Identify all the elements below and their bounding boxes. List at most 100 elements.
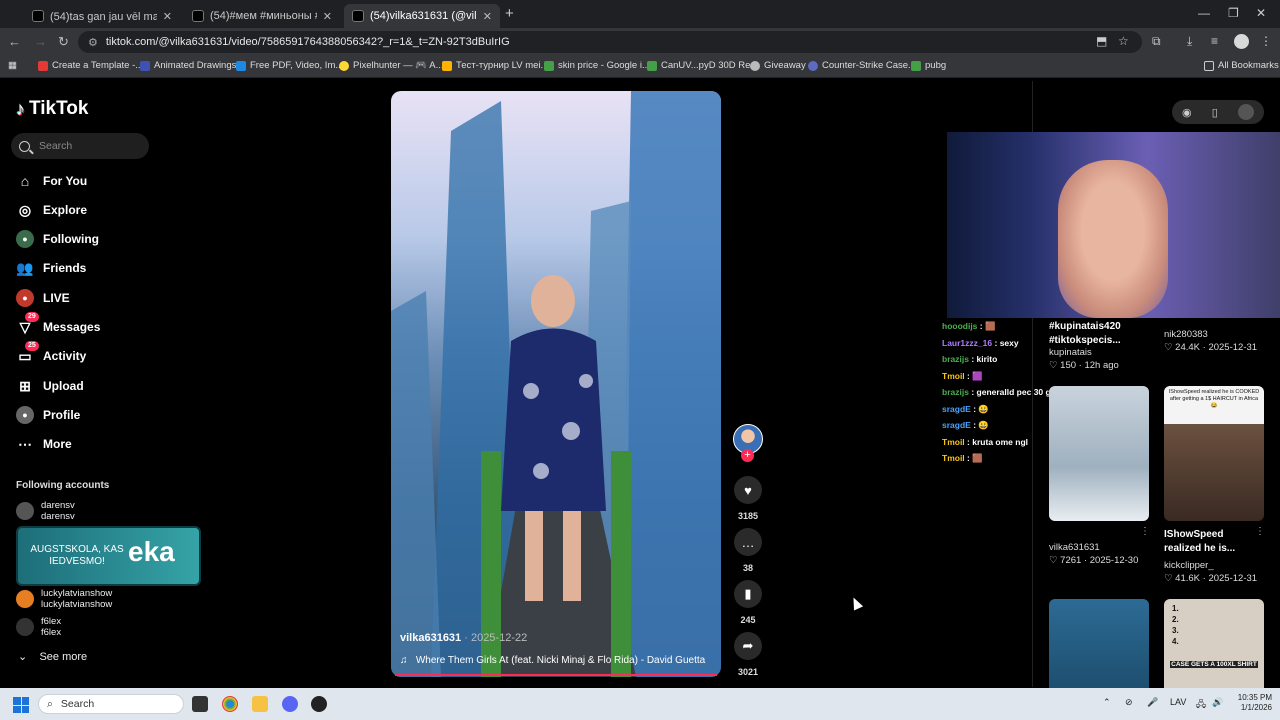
following-account[interactable]: luckylatvianshow luckylatvianshow: [16, 587, 112, 611]
windows-start-icon[interactable]: [13, 697, 29, 713]
bookmark-item[interactable]: Animated Drawings: [140, 60, 236, 71]
video-date: 12h ago: [1084, 360, 1119, 371]
more-options-icon[interactable]: ⋮: [1255, 526, 1265, 537]
related-video-thumbnail[interactable]: IShowSpeed realized he is COOKED after g…: [1164, 386, 1264, 521]
bookmark-label: Counter-Strike Case...: [822, 60, 916, 71]
taskbar-clock[interactable]: 10:35 PM 1/1/2026: [1228, 693, 1272, 713]
chat-user: brazijs: [942, 387, 969, 397]
bookmark-item[interactable]: CanUV...pyD 30D Re...: [647, 60, 758, 71]
following-account[interactable]: f6lex f6lex: [16, 615, 61, 639]
bookmark-item[interactable]: Counter-Strike Case...: [808, 60, 916, 71]
tiktok-logo[interactable]: ♪ TikTok: [16, 98, 88, 120]
see-more-button[interactable]: ⌄ See more: [18, 650, 87, 663]
all-bookmarks-button[interactable]: All Bookmarks: [1204, 60, 1279, 71]
extensions-icon[interactable]: ⧉: [1152, 34, 1161, 49]
related-video-thumbnail[interactable]: [1049, 386, 1149, 521]
bookmark-item[interactable]: skin price - Google i...: [544, 60, 650, 71]
chat-text: 🟪: [972, 371, 983, 381]
media-icon[interactable]: ≡: [1211, 34, 1218, 48]
browser-tab-3[interactable]: (54)vilka631631 (@vilka631 ✕: [344, 4, 500, 28]
search-input[interactable]: Search: [11, 133, 149, 159]
related-author[interactable]: kupinatais: [1049, 347, 1092, 358]
save-button[interactable]: ▮ 245: [734, 580, 762, 625]
related-video-thumbnail[interactable]: [1049, 599, 1149, 688]
user-avatar-icon[interactable]: [1237, 104, 1254, 120]
chat-message: sragdE : 😀: [942, 404, 989, 415]
nav-for-you[interactable]: ⌂ For You: [16, 171, 87, 191]
nav-explore[interactable]: ◎ Explore: [16, 200, 87, 220]
reload-icon[interactable]: ↻: [58, 34, 69, 50]
microphone-icon[interactable]: 🎤: [1147, 697, 1158, 708]
share-button[interactable]: ➦ 3021: [734, 632, 762, 677]
like-button[interactable]: ♥ 3185: [734, 476, 762, 521]
nav-activity[interactable]: ▭ 25 Activity: [16, 341, 86, 366]
taskbar-search-input[interactable]: ⌕ Search: [38, 694, 184, 714]
compass-icon[interactable]: ◉: [1182, 106, 1192, 119]
video-music[interactable]: ♫ Where Them Girls At (feat. Nicki Minaj…: [400, 655, 705, 666]
download-icon[interactable]: ⤓: [1187, 34, 1192, 49]
nav-messages[interactable]: ▽ 29 Messages: [16, 312, 100, 337]
follow-plus-icon[interactable]: +: [741, 449, 754, 462]
related-author[interactable]: nik280383: [1164, 329, 1208, 340]
forward-icon[interactable]: →: [34, 34, 47, 49]
menu-kebab-icon[interactable]: ⋮: [1260, 34, 1272, 48]
related-title[interactable]: IShowSpeed realized he is...: [1164, 528, 1256, 556]
profile-avatar-icon[interactable]: [1234, 34, 1249, 49]
chrome-icon[interactable]: [222, 696, 238, 712]
browser-tab-2[interactable]: (54)#мем #миньоны #миньон ✕: [184, 4, 340, 28]
video-author[interactable]: vilka631631 · 2025-12-22: [400, 632, 527, 644]
nav-more[interactable]: ⋯ More: [16, 434, 72, 454]
activity-icon: ▭ 25: [16, 341, 39, 365]
nav-live[interactable]: ● LIVE: [16, 288, 70, 308]
maximize-icon[interactable]: ❐: [1228, 6, 1239, 20]
close-window-icon[interactable]: ✕: [1256, 6, 1266, 20]
thumbnail-list: 1. 2. 3. 4.: [1172, 604, 1179, 646]
nav-profile[interactable]: ● Profile: [16, 405, 80, 425]
site-info-icon[interactable]: ⚙: [88, 36, 98, 49]
more-options-icon[interactable]: ⋮: [1140, 526, 1150, 537]
nav-following[interactable]: ● Following: [16, 229, 99, 249]
bookmark-label: Animated Drawings: [154, 60, 237, 71]
related-author[interactable]: kickclipper_: [1164, 560, 1214, 571]
close-tab-icon[interactable]: ✕: [323, 10, 332, 23]
bookmark-item[interactable]: Тест-турнир LV mei...: [442, 60, 548, 71]
related-title[interactable]: #kupinatais420 #tiktokspecis...: [1049, 320, 1149, 348]
task-view-icon[interactable]: [192, 696, 208, 712]
address-bar[interactable]: ⚙ tiktok.com/@vilka631631/video/75865917…: [78, 31, 1142, 53]
apps-grid-icon[interactable]: ▦: [8, 60, 17, 71]
bookmark-item[interactable]: Giveaway: [750, 60, 806, 71]
minimize-icon[interactable]: —: [1198, 6, 1210, 20]
bookmark-item[interactable]: Free PDF, Video, Im...: [236, 60, 343, 71]
device-icon[interactable]: ▯: [1212, 106, 1218, 119]
close-tab-icon[interactable]: ✕: [483, 10, 492, 23]
related-author[interactable]: vilka631631: [1049, 542, 1100, 553]
file-explorer-icon[interactable]: [252, 696, 268, 712]
install-app-icon[interactable]: ⬒: [1096, 34, 1107, 48]
video-username[interactable]: vilka631631: [400, 632, 461, 644]
bookmark-item[interactable]: Pixelhunter — 🎮 A...: [339, 60, 444, 71]
following-account[interactable]: darensv darensv: [16, 499, 75, 523]
related-stats: ♡ 24.4K · 2025-12-31: [1164, 342, 1258, 353]
tray-app-icon[interactable]: ⊘: [1125, 697, 1133, 708]
video-player[interactable]: [391, 91, 721, 677]
tray-chevron-up-icon[interactable]: ⌃: [1103, 697, 1111, 708]
bookmark-item[interactable]: Create a Template -...: [38, 60, 143, 71]
nav-upload[interactable]: ⊞ Upload: [16, 376, 84, 396]
related-video-thumbnail[interactable]: 1. 2. 3. 4. CASE GETS A 100XL SHIRT: [1164, 599, 1264, 688]
new-tab-icon[interactable]: +: [505, 5, 514, 22]
bookmark-item[interactable]: pubg: [911, 60, 946, 71]
comment-button[interactable]: … 38: [734, 528, 762, 573]
volume-icon[interactable]: 🔊: [1212, 697, 1223, 708]
app-icon[interactable]: [311, 696, 327, 712]
close-tab-icon[interactable]: ✕: [163, 10, 172, 23]
discord-icon[interactable]: [282, 696, 298, 712]
nav-friends[interactable]: 👥 Friends: [16, 258, 86, 278]
save-count: 245: [740, 615, 756, 625]
account-handle: luckylatvianshow: [41, 599, 113, 610]
video-progress-bar[interactable]: [395, 674, 717, 676]
bookmark-star-icon[interactable]: ☆: [1118, 34, 1129, 48]
keyboard-language[interactable]: LAV: [1170, 697, 1186, 707]
network-icon[interactable]: 🖧: [1196, 697, 1206, 713]
browser-tab-1[interactable]: (54)tas gan jau vēl mainīsies 😡 ✕: [24, 4, 180, 28]
back-icon[interactable]: ←: [8, 34, 21, 49]
